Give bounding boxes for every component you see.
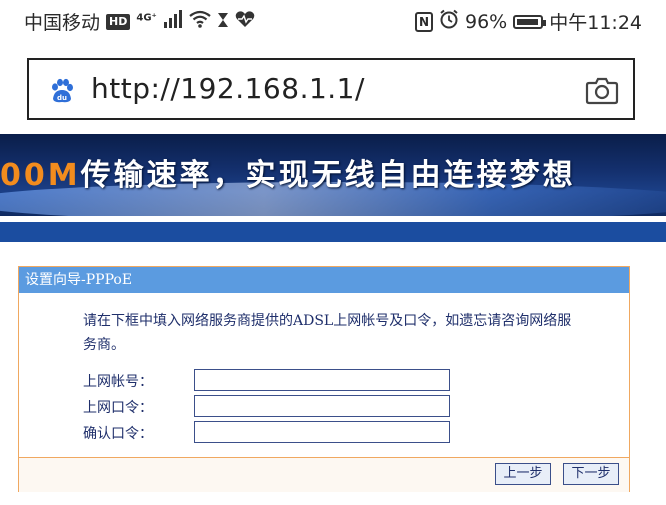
confirm-password-label: 确认口令： [83,426,153,442]
nfc-icon: N [415,11,433,32]
banner-bottom-bar [0,222,666,242]
confirm-password-input[interactable] [194,421,450,443]
cell-signal-icon: 4G⁺ [136,10,183,33]
prev-step-button[interactable]: 上一步 [495,463,551,485]
battery-percent: 96% [465,10,508,33]
carrier-name: 中国移动 [24,12,101,34]
banner-slogan: 00M传输速率，实现无线自由连接梦想 [0,150,576,194]
camera-icon[interactable] [585,74,619,106]
url-text[interactable]: http://192.168.1.1/ [91,72,365,105]
password-input[interactable] [194,395,450,417]
clock-time: 中午11:24 [549,12,642,34]
banner-text-prefix: 00M [0,158,81,193]
router-banner: 00M传输速率，实现无线自由连接梦想 [0,134,666,216]
status-bar: 中国移动 HD 4G⁺ N 96% 中午11:24 [0,0,666,42]
account-input[interactable] [194,369,450,391]
dialog-description: 请在下框中填入网络服务商提供的ADSL上网帐号及口令，如遗忘请咨询网络服务商。 [83,313,572,353]
hourglass-icon [217,11,229,33]
wifi-icon [189,10,211,33]
next-step-button[interactable]: 下一步 [563,463,619,485]
network-type: 4G⁺ [136,12,157,24]
status-left: 中国移动 HD 4G⁺ [24,8,255,35]
password-label: 上网口令： [83,400,153,416]
svg-text:du: du [57,94,67,102]
setup-wizard-dialog: 设置向导-PPPoE 请在下框中填入网络服务商提供的ADSL上网帐号及口令，如遗… [18,266,630,492]
battery-icon [513,14,547,29]
account-label: 上网帐号： [83,374,153,390]
heart-rate-icon [235,10,255,33]
baidu-paw-icon: du [49,78,75,104]
dialog-title: 设置向导-PPPoE [19,267,629,293]
hd-badge: HD [106,13,131,30]
banner-text-main: 传输速率，实现无线自由连接梦想 [80,158,576,193]
address-bar[interactable]: du http://192.168.1.1/ [27,58,635,120]
alarm-icon [439,9,459,34]
status-right: N 96% 中午11:24 [415,8,642,35]
dialog-footer: 上一步 下一步 [19,457,629,492]
